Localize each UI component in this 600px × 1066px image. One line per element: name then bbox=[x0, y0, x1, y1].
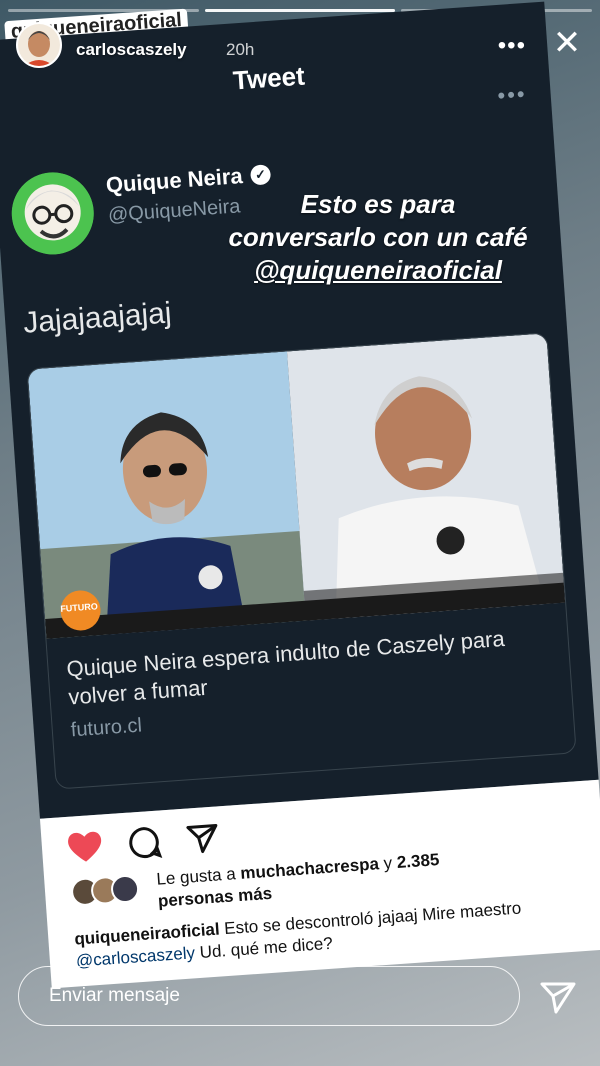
story-username[interactable]: carloscaszely bbox=[76, 40, 187, 60]
story-text-overlay: Esto es para conversarlo con un café @qu… bbox=[168, 188, 588, 287]
progress-segment-active bbox=[204, 9, 396, 12]
send-icon[interactable] bbox=[538, 976, 578, 1016]
share-icon bbox=[185, 820, 222, 861]
tweet-author-avatar bbox=[9, 169, 97, 258]
comment-icon bbox=[127, 824, 164, 865]
likes-prefix: Le gusta a bbox=[155, 863, 242, 889]
send-message-input[interactable]: Enviar mensaje bbox=[18, 966, 520, 1026]
tweet-text: Jajajaajajaj bbox=[22, 296, 173, 340]
reposted-post-screenshot: quiqueneiraoficial Tweet ••• Quique Neir… bbox=[0, 1, 600, 989]
story-header: carloscaszely 20h ••• ✕ bbox=[16, 22, 584, 68]
overlay-line-1: Esto es para bbox=[300, 189, 456, 219]
verified-badge-icon: ✓ bbox=[249, 164, 272, 186]
liker-avatars bbox=[70, 874, 141, 907]
link-card-image: FUTURO bbox=[27, 333, 566, 639]
send-message-placeholder: Enviar mensaje bbox=[49, 985, 180, 1006]
likes-user: muchachacrespa bbox=[239, 854, 380, 883]
tweet-screenshot: Tweet ••• Quique Neira ✓ @QuiqueNeira Ja… bbox=[0, 1, 599, 819]
story-timestamp: 20h bbox=[226, 40, 255, 59]
story-user-avatar[interactable] bbox=[16, 22, 62, 68]
more-options-icon[interactable]: ••• bbox=[498, 32, 526, 60]
tweet-link-card: FUTURO Quique Neira espera indulto de Ca… bbox=[26, 332, 577, 790]
likes-suffix: personas más bbox=[157, 883, 273, 911]
post-action-bar bbox=[65, 820, 221, 870]
tweet-more-icon: ••• bbox=[496, 81, 528, 109]
likes-mid: y bbox=[378, 853, 398, 874]
link-card-domain: futuro.cl bbox=[70, 714, 143, 742]
heart-icon bbox=[65, 828, 106, 870]
link-card-title: Quique Neira espera indulto de Caszely p… bbox=[65, 625, 506, 710]
close-icon[interactable]: ✕ bbox=[550, 26, 584, 60]
overlay-mention[interactable]: @quiqueneiraoficial bbox=[168, 254, 588, 287]
likes-count: 2.385 bbox=[396, 850, 440, 872]
overlay-line-2: conversarlo con un café bbox=[228, 222, 528, 252]
